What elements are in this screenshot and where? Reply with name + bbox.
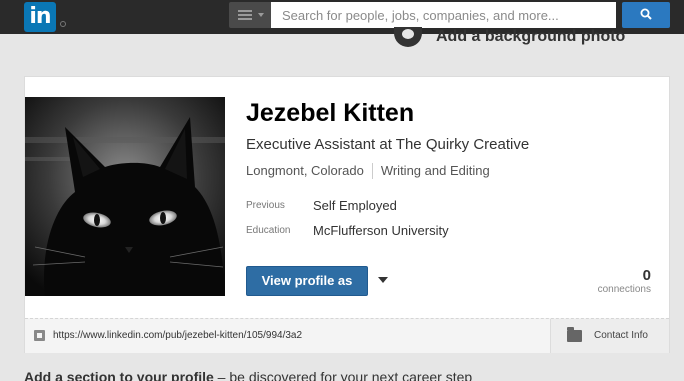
profile-card-footer: https://www.linkedin.com/pub/jezebel-kit…: [25, 318, 669, 353]
add-section-bold: Add a section to your profile: [24, 369, 214, 381]
previous-label: Previous: [246, 200, 285, 211]
divider: [371, 163, 373, 179]
profile-photo[interactable]: [25, 97, 225, 296]
hamburger-menu-icon: [238, 10, 252, 20]
education-value[interactable]: McFlufferson University: [313, 223, 449, 238]
education-label: Education: [246, 225, 291, 236]
profile-headline: Executive Assistant at The Quirky Creati…: [246, 136, 530, 153]
add-section-rest: – be discovered for your next career ste…: [213, 369, 473, 381]
registered-mark-icon: [60, 21, 66, 27]
search-button[interactable]: [622, 2, 670, 28]
contact-info-label: Contact Info: [594, 330, 648, 341]
search-category-menu-button[interactable]: [229, 2, 271, 28]
previous-value[interactable]: Self Employed: [313, 198, 397, 213]
add-background-photo-label: Add a background photo: [436, 28, 626, 45]
view-profile-as-button[interactable]: View profile as: [246, 266, 368, 296]
linkedin-logo[interactable]: in: [24, 2, 66, 32]
public-profile-url[interactable]: https://www.linkedin.com/pub/jezebel-kit…: [53, 330, 302, 341]
profile-name: Jezebel Kitten: [246, 99, 415, 127]
folder-contact-icon: [567, 327, 582, 342]
location-industry-row: Longmont, Colorado Writing and Editing: [246, 163, 490, 179]
connections-count: 0: [642, 267, 651, 284]
industry-link[interactable]: Writing and Editing: [381, 163, 490, 179]
connections-label: connections: [597, 284, 651, 295]
add-section-prompt[interactable]: Add a section to your profile – be disco…: [24, 369, 472, 381]
cat-photo-image: [25, 97, 225, 296]
location-link[interactable]: Longmont, Colorado: [246, 163, 364, 179]
profile-card: Jezebel Kitten Executive Assistant at Th…: [24, 76, 670, 353]
chevron-down-icon: [258, 13, 264, 17]
logo-mark: in: [24, 2, 56, 32]
search-icon: [640, 8, 652, 20]
chevron-down-icon[interactable]: [378, 277, 388, 283]
search-input[interactable]: [271, 2, 616, 28]
linkedin-small-icon: [34, 330, 45, 341]
camera-icon: [394, 27, 422, 47]
contact-info-button[interactable]: Contact Info: [550, 319, 669, 353]
